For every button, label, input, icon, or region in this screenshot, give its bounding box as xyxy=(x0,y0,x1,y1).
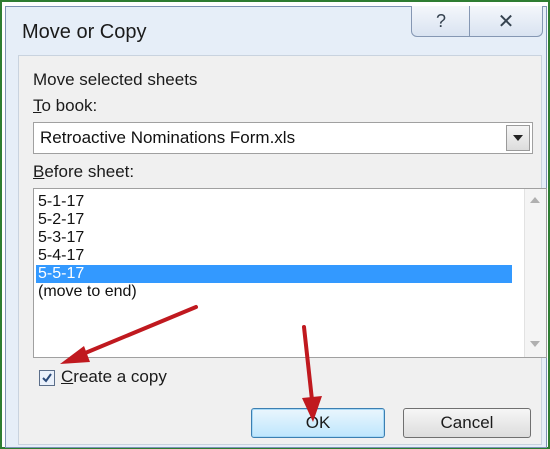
list-item[interactable]: 5-3-17 xyxy=(36,229,512,247)
list-scrollbar[interactable] xyxy=(524,189,546,357)
list-item[interactable]: 5-1-17 xyxy=(36,193,512,211)
create-copy-label-text: reate a copy xyxy=(73,367,167,386)
check-icon xyxy=(42,373,52,383)
to-book-value: Retroactive Nominations Form.xls xyxy=(40,128,296,147)
create-copy-checkbox[interactable] xyxy=(39,370,55,386)
dialog-title: Move or Copy xyxy=(22,21,147,43)
create-copy-mnemonic: C xyxy=(61,367,74,386)
dialog-body: Move selected sheets To book: Retroactiv… xyxy=(18,55,547,445)
list-item-selected[interactable]: 5-5-17 xyxy=(36,265,512,283)
move-or-copy-dialog: Move or Copy ? ✕ Move selected sheets To… xyxy=(5,6,547,448)
list-item[interactable]: (move to end) xyxy=(36,283,512,301)
before-sheet-mnemonic: B xyxy=(33,162,45,181)
close-button[interactable]: ✕ xyxy=(469,6,543,37)
list-item[interactable]: 5-4-17 xyxy=(36,247,512,265)
dropdown-button[interactable] xyxy=(506,125,530,151)
help-button[interactable]: ? xyxy=(411,6,471,37)
to-book-select[interactable]: Retroactive Nominations Form.xls xyxy=(33,122,533,154)
list-item[interactable]: 5-2-17 xyxy=(36,211,512,229)
help-icon: ? xyxy=(435,10,446,31)
ok-button-label: OK xyxy=(305,413,331,432)
before-sheet-label: Before sheet: xyxy=(33,162,134,182)
chevron-down-icon xyxy=(513,135,523,141)
cancel-button-label: Cancel xyxy=(440,413,494,432)
scroll-up-icon[interactable] xyxy=(530,197,540,203)
create-copy-label: Create a copy xyxy=(61,367,167,387)
to-book-mnemonic: T xyxy=(33,96,42,115)
before-sheet-list[interactable]: 5-1-17 5-2-17 5-3-17 5-4-17 5-5-17 (move… xyxy=(33,188,547,358)
before-sheet-label-text: efore sheet: xyxy=(44,162,135,181)
title-bar: Move or Copy ? ✕ xyxy=(6,6,546,55)
cancel-button[interactable]: Cancel xyxy=(403,408,531,438)
move-selected-label: Move selected sheets xyxy=(33,70,198,89)
to-book-label: To book: xyxy=(33,96,97,116)
scroll-down-icon[interactable] xyxy=(530,341,540,347)
close-icon: ✕ xyxy=(497,10,515,33)
ok-button[interactable]: OK xyxy=(251,408,385,438)
to-book-label-text: o book: xyxy=(41,96,98,115)
